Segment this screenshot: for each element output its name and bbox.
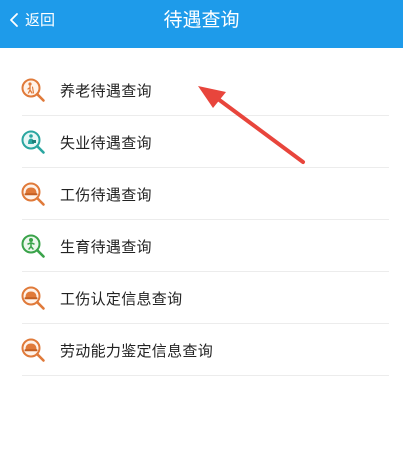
nav-header: 返回 待遇查询 [0, 0, 403, 48]
screen: 返回 待遇查询 养老待遇查询 失业待遇查询 工伤待遇查询 生育待遇查询 工伤认定… [0, 0, 403, 461]
hardhat-magnifier-icon [21, 338, 45, 362]
list-item-labor-capacity[interactable]: 劳动能力鉴定信息查询 [0, 324, 403, 376]
list-item-unemployment[interactable]: 失业待遇查询 [0, 116, 403, 168]
baby-magnifier-icon [21, 234, 45, 258]
list-item-injury-determination[interactable]: 工伤认定信息查询 [0, 272, 403, 324]
list-item-maternity[interactable]: 生育待遇查询 [0, 220, 403, 272]
unemployment-magnifier-icon [21, 130, 45, 154]
query-list: 养老待遇查询 失业待遇查询 工伤待遇查询 生育待遇查询 工伤认定信息查询 劳动能… [0, 64, 403, 376]
item-label: 工伤待遇查询 [60, 185, 152, 204]
list-item-work-injury[interactable]: 工伤待遇查询 [0, 168, 403, 220]
item-label: 生育待遇查询 [60, 237, 152, 256]
elderly-magnifier-icon [21, 78, 45, 102]
item-label: 失业待遇查询 [60, 133, 152, 152]
item-label: 劳动能力鉴定信息查询 [60, 341, 214, 360]
item-label: 养老待遇查询 [60, 81, 152, 100]
hardhat-magnifier-icon [21, 182, 45, 206]
list-item-pension[interactable]: 养老待遇查询 [0, 64, 403, 116]
hardhat-magnifier-icon [21, 286, 45, 310]
page-title: 待遇查询 [163, 9, 240, 31]
item-label: 工伤认定信息查询 [60, 289, 183, 308]
